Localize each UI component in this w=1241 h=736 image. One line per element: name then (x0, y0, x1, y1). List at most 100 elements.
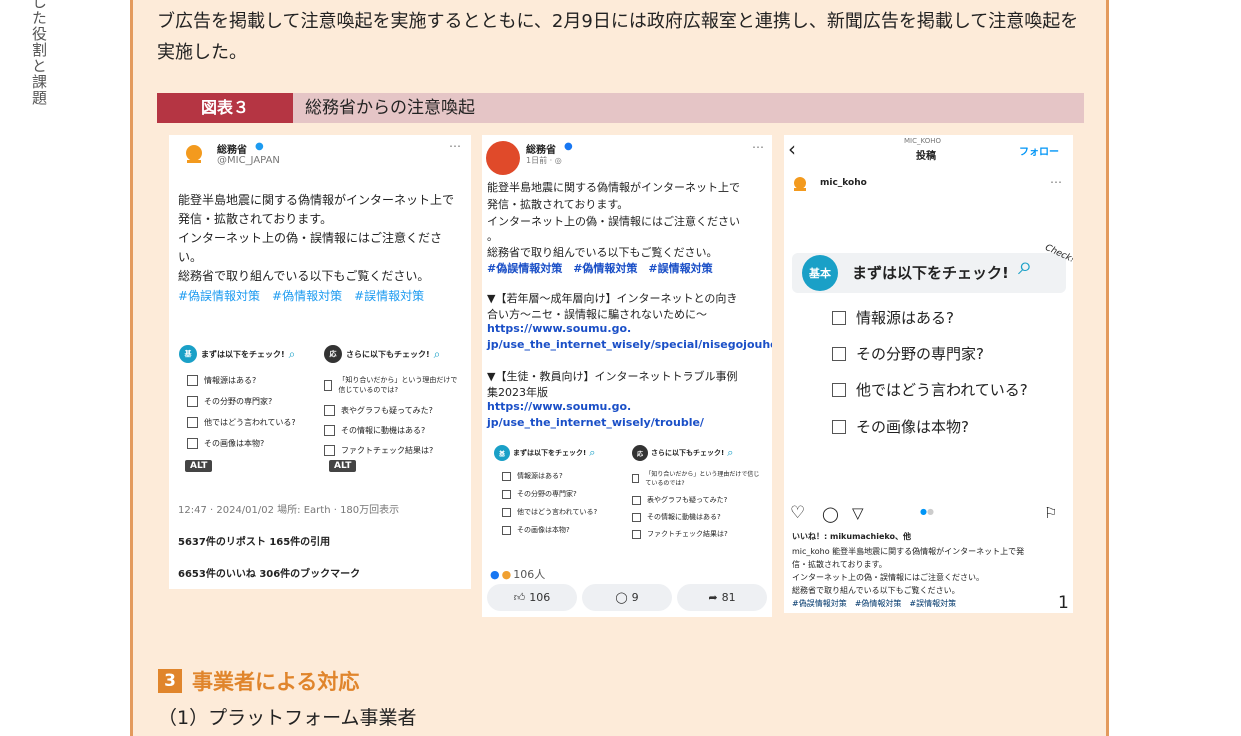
thumbs-up-icon: 👍︎ (513, 591, 526, 604)
post-link[interactable]: jp/use_the_internet_wisely/special/niseg… (487, 338, 772, 351)
subsection-heading: （1）プラットフォーム事業者 (158, 707, 417, 729)
back-chevron-icon[interactable]: ‹ (788, 137, 796, 161)
check-head: さらに以下もチェック! (346, 349, 430, 359)
tweet-line: 能登半島地震に関する偽情報がインターネット上で (178, 193, 455, 207)
magnifier-icon: ⌕ (727, 446, 734, 459)
post-link[interactable]: https://www.soumu.go. (487, 400, 631, 413)
follow-button[interactable]: フォロー (1019, 143, 1059, 158)
more-options-icon[interactable]: ⋯ (1050, 175, 1062, 189)
magnifier-icon: ⌕ (288, 346, 296, 361)
check-image-2: 応 さらに以下もチェック! ⌕ 「知り合いだから」という理由だけで信じているので… (632, 445, 767, 545)
tweet-likes[interactable]: 6653件のいいね 306件のブックマーク (178, 565, 360, 580)
check-item: 表やグラフも疑ってみた? (324, 405, 433, 416)
comment-icon: ◯ (615, 591, 628, 604)
image-page-number: 1 (1058, 593, 1069, 613)
verified-icon: ● (564, 141, 573, 152)
check-image-1: 基 まずは以下をチェック! ⌕ 情報源はある? その分野の専門家? 他ではどう言… (179, 345, 319, 465)
tweet-line: インターネット上の偽・誤情報にはご注意くださ (178, 231, 443, 245)
mic-logo-icon (794, 177, 806, 191)
account-avatar (486, 141, 520, 175)
check-item: 他ではどう言われている? (832, 379, 1028, 400)
check-item: その情報に動機はある? (632, 512, 721, 522)
basic-badge: 基 (494, 445, 510, 461)
post-hashtags[interactable]: #偽誤情報対策 #偽情報対策 #誤情報対策 (487, 260, 713, 276)
check-item: その情報に動機はある? (324, 425, 425, 436)
check-image-2: 応 さらに以下もチェック! ⌕ 「知り合いだから」という理由だけで信じているので… (324, 345, 464, 465)
check-item: 情報源はある? (187, 375, 256, 386)
check-head: まずは以下をチェック! (852, 264, 1009, 282)
account-name: mic_koho (820, 178, 867, 188)
check-item: 情報源はある? (502, 471, 563, 481)
check-item: 「知り合いだから」という理由だけで信じているのでは? (324, 375, 464, 395)
account-avatar (183, 143, 205, 165)
share-icon: ➦ (708, 591, 718, 604)
post-link[interactable]: https://www.soumu.go. (487, 322, 631, 335)
post-link[interactable]: jp/use_the_internet_wisely/trouble/ (487, 416, 704, 429)
tweet-meta: 12:47 · 2024/01/02 場所: Earth · 180万回表示 (178, 505, 400, 516)
check-image-1: 基 まずは以下をチェック! ⌕ 情報源はある? その分野の専門家? 他ではどう言… (494, 445, 629, 545)
body-paragraph: ブ広告を掲載して注意喚起を実施するとともに、2月9日には政府広報室と連携し、新聞… (157, 11, 1079, 63)
more-options-icon[interactable]: ⋯ (752, 140, 764, 154)
facebook-post-card: 総務省 ● 1日前 · ◎ ⋯ 能登半島地震に関する偽情報がインターネット上で … (482, 135, 772, 617)
ig-header-small: MIC_KOHO (904, 137, 941, 145)
advanced-badge: 応 (632, 445, 648, 461)
check-heading-row: 基本 まずは以下をチェック! ⌕ Check! (792, 243, 1073, 293)
figure-label: 図表３ (157, 93, 293, 123)
x-post-card: 総務省 ● @MIC_JAPAN ⋯ 能登半島地震に関する偽情報がインターネット… (169, 135, 471, 589)
like-button[interactable]: 👍︎ 106 (487, 584, 577, 611)
caption-line: 信・拡散されております。 (792, 560, 887, 569)
ig-hashtags[interactable]: #偽誤情報対策 #偽情報対策 #誤情報対策 (792, 598, 956, 609)
post-line: 合い方～ニセ・誤情報に騙されないために～ (487, 308, 707, 321)
check-item: その画像は本物? (832, 416, 969, 437)
check-item: その画像は本物? (502, 525, 570, 535)
alt-badge[interactable]: ALT (185, 460, 213, 472)
post-time: 1日前 · ◎ (526, 156, 562, 165)
figure-title: 総務省からの注意喚起 (305, 98, 475, 118)
post-line: 。 (487, 230, 498, 243)
share-button[interactable]: ➦ 81 (677, 584, 767, 611)
magnifier-icon: ⌕ (589, 446, 596, 459)
tweet-reposts[interactable]: 5637件のリポスト 165件の引用 (178, 533, 330, 548)
caption-line: インターネット上の偽・誤情報にはご注意ください。 (792, 573, 984, 582)
basic-badge: 基本 (802, 255, 838, 291)
more-options-icon[interactable]: ⋯ (449, 139, 461, 153)
reaction-summary[interactable]: ● ● 106人 (490, 566, 545, 582)
caption-line: mic_koho 能登半島地震に関する偽情報がインターネット上で発 (792, 547, 1025, 556)
section-title: 事業者による対応 (192, 670, 360, 694)
check-item: 「知り合いだから」という理由だけで信じているのでは? (632, 469, 762, 487)
magnifier-icon: ⌕ (433, 346, 441, 361)
post-line: ▼【若年層～成年層向け】インターネットとの向き (487, 292, 738, 305)
section-heading: 3 事業者による対応 (158, 666, 359, 696)
account-avatar (792, 176, 808, 192)
check-head: まずは以下をチェック! (201, 349, 285, 359)
section-number: 3 (158, 669, 182, 693)
advanced-badge: 応 (324, 345, 342, 363)
alt-badge[interactable]: ALT (329, 460, 357, 472)
account-handle: @MIC_JAPAN (217, 155, 280, 166)
check-item: 表やグラフも疑ってみた? (632, 495, 727, 505)
mic-logo-icon (186, 145, 202, 163)
bookmark-icon[interactable]: ⚐ (1044, 504, 1057, 522)
basic-badge: 基 (179, 345, 197, 363)
check-item: ファクトチェック結果は? (324, 445, 433, 456)
post-line: インターネット上の偽・誤情報にはご注意ください (487, 215, 740, 228)
check-item: ファクトチェック結果は? (632, 529, 728, 539)
ig-likes[interactable]: いいね！: mikumachieko、他 (792, 531, 911, 542)
instagram-post-card: ‹ MIC_KOHO 投稿 フォロー mic_koho ⋯ 基本 まずは以下をチ… (784, 135, 1073, 613)
tweet-line: 発信・拡散されております。 (178, 212, 333, 226)
check-item: 情報源はある? (832, 307, 954, 328)
comment-icon[interactable]: ◯ (822, 505, 839, 523)
check-item: その分野の専門家? (187, 396, 272, 407)
post-line: 総務省で取り組んでいる以下もご覧ください。 (487, 246, 718, 259)
check-item: その分野の専門家? (502, 489, 577, 499)
figure-caption-bar: 図表３ 総務省からの注意喚起 (157, 93, 1084, 123)
side-running-title: した役割と課題 (30, 0, 48, 106)
comment-button[interactable]: ◯ 9 (582, 584, 672, 611)
carousel-dots: ●● (920, 507, 934, 516)
check-head: さらに以下もチェック! (651, 449, 725, 457)
check-item: その画像は本物? (187, 438, 264, 449)
like-reaction-icon: ● (490, 567, 500, 581)
tweet-hashtags[interactable]: #偽誤情報対策 #偽情報対策 #誤情報対策 (178, 287, 424, 304)
heart-icon[interactable]: ♡ (790, 503, 805, 523)
send-icon[interactable]: ▽ (852, 504, 864, 522)
